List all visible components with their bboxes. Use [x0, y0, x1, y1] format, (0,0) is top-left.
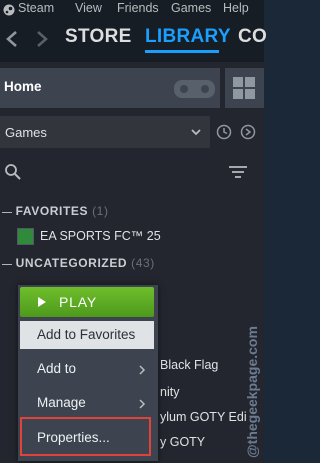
nav-bar: STORE LIBRARY CO — [0, 20, 267, 62]
home-button[interactable]: Home — [0, 68, 220, 108]
menu-help[interactable]: Help — [223, 1, 249, 15]
chevron-right-icon — [139, 365, 146, 375]
add-to-item[interactable]: Add to — [37, 361, 76, 376]
game-title: EA SPORTS FC™ 25 — [40, 229, 161, 243]
grid-view-button[interactable] — [225, 68, 264, 108]
uncategorized-title: UNCATEGORIZED — [15, 256, 128, 270]
uncategorized-count: (43) — [131, 256, 155, 270]
collapse-caret-icon: — — [2, 207, 13, 218]
play-button[interactable]: PLAY — [20, 287, 154, 317]
menu-friends[interactable]: Friends — [117, 1, 159, 15]
menu-view[interactable]: View — [75, 1, 102, 15]
games-filter-dropdown[interactable]: Games — [0, 116, 210, 148]
favorites-header[interactable]: — FAVORITES (1) — [2, 204, 109, 218]
nav-library[interactable]: LIBRARY — [145, 26, 231, 48]
game-row-partial[interactable]: nity — [160, 385, 179, 399]
library-active-underline — [145, 50, 219, 53]
steam-logo-icon — [3, 4, 15, 16]
search-icon[interactable] — [4, 163, 22, 181]
add-to-favorites-item[interactable]: Add to Favorites — [20, 321, 154, 349]
nav-store[interactable]: STORE — [65, 26, 132, 48]
controller-icon — [174, 80, 215, 98]
play-label: PLAY — [59, 294, 97, 310]
watermark: @thegeekpage.com — [238, 270, 264, 460]
search-row[interactable] — [0, 156, 264, 188]
add-to-favorites-label: Add to Favorites — [37, 327, 136, 342]
favorites-title: FAVORITES — [15, 204, 89, 218]
game-thumbnail — [17, 228, 34, 245]
collapse-caret-icon: — — [2, 259, 13, 270]
game-row-partial[interactable]: ylum GOTY Edi — [160, 410, 247, 424]
manage-item[interactable]: Manage — [37, 395, 86, 410]
game-row-ea-fc25[interactable]: EA SPORTS FC™ 25 — [0, 226, 264, 248]
filter-selected: Games — [5, 125, 47, 140]
play-icon — [38, 297, 46, 307]
favorites-count: (1) — [92, 204, 109, 218]
menu-games[interactable]: Games — [171, 1, 211, 15]
chevron-down-icon — [191, 129, 201, 136]
forward-arrow-icon[interactable] — [30, 28, 52, 50]
sort-icon[interactable] — [240, 124, 256, 140]
nav-community[interactable]: CO — [238, 26, 267, 48]
chevron-right-icon — [139, 399, 146, 409]
uncategorized-header[interactable]: — UNCATEGORIZED (43) — [2, 256, 155, 270]
menu-bar: Steam View Friends Games Help — [0, 0, 264, 20]
menu-steam[interactable]: Steam — [18, 1, 54, 15]
filter-icon[interactable] — [228, 165, 248, 179]
grid-icon — [233, 77, 255, 99]
back-arrow-icon[interactable] — [2, 28, 24, 50]
properties-highlight-box — [20, 417, 151, 456]
recent-clock-icon[interactable] — [216, 124, 232, 140]
game-row-partial[interactable]: y GOTY — [160, 435, 205, 449]
watermark-text: @thegeekpage.com — [244, 326, 260, 458]
game-row-partial[interactable]: Black Flag — [160, 358, 218, 372]
home-label: Home — [4, 79, 42, 94]
